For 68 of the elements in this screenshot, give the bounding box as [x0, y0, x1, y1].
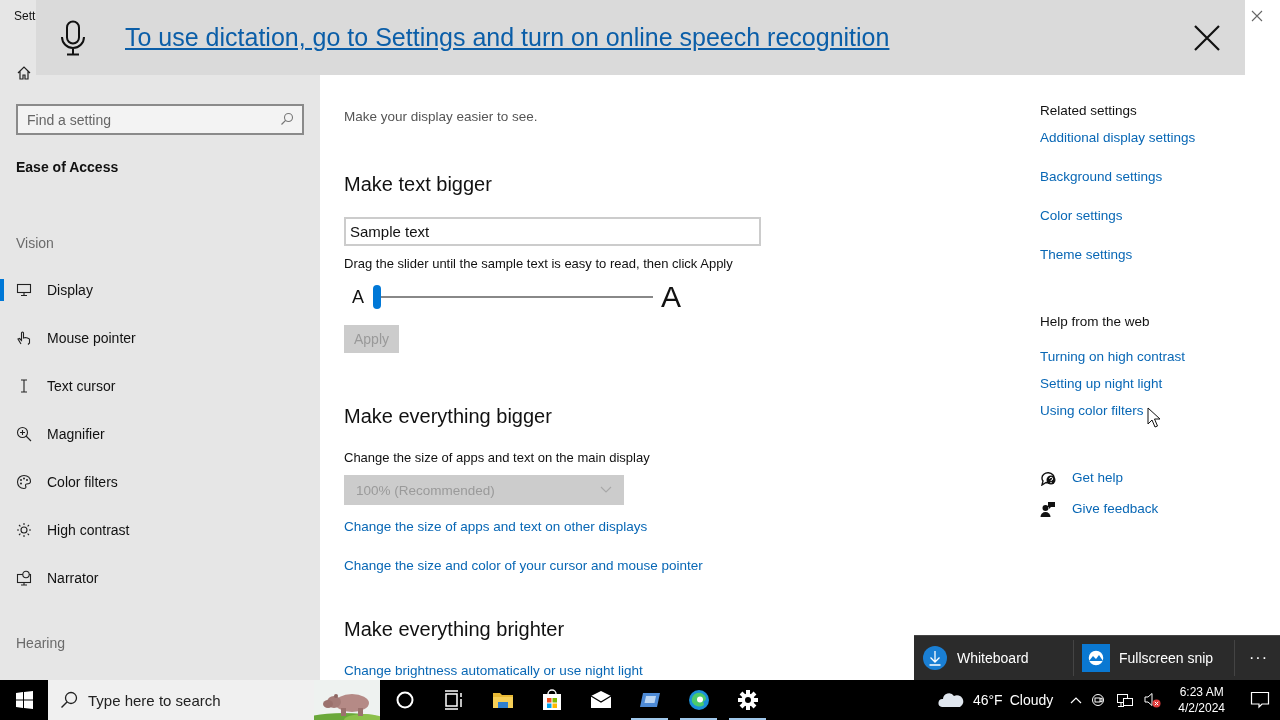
chevron-up-icon[interactable]	[1070, 696, 1083, 704]
sidebar-item[interactable]: Mouse pointer	[0, 314, 304, 362]
category-title: Ease of Access	[16, 158, 119, 177]
cloud-icon	[937, 692, 964, 708]
sidebar-item[interactable]: Color filters	[0, 458, 304, 506]
link[interactable]: Change the size and color of your cursor and mouse pointer	[344, 557, 703, 575]
search-field[interactable]: Find a setting	[16, 104, 304, 135]
sidebar-item[interactable]: Display	[0, 266, 304, 314]
more-button[interactable]: ···	[1249, 649, 1268, 667]
temperature[interactable]: 46°F	[972, 692, 1003, 708]
section-heading: Related settings	[1040, 102, 1137, 120]
link[interactable]: Change the size of apps and text on other displays	[344, 518, 648, 536]
quick-action[interactable]: Whiteboard	[914, 640, 1074, 676]
link[interactable]: Theme settings	[1040, 246, 1133, 264]
monitor-icon	[16, 282, 32, 298]
link[interactable]: Change brightness automatically or use night light	[344, 662, 643, 680]
setting-label: Change the size of apps and text on the main display	[344, 449, 650, 468]
section-heading: Help from the web	[1040, 313, 1150, 331]
link[interactable]: Turning on high contrast	[1040, 348, 1186, 366]
link[interactable]: Additional display settings	[1040, 129, 1196, 147]
magnifier-icon	[16, 426, 32, 442]
network-icon[interactable]	[1116, 692, 1135, 708]
pointer-icon	[1147, 407, 1161, 429]
dictation-settings-link[interactable]: To use dictation, go to Settings and turn on online speech recognition	[125, 23, 890, 52]
gear-icon	[735, 688, 760, 712]
snip-icon	[1082, 644, 1110, 672]
help-bubble-icon	[1040, 470, 1056, 486]
sidebar-item[interactable]: High contrast	[0, 506, 304, 554]
link[interactable]: Setting up night light	[1040, 375, 1163, 393]
quick-action[interactable]: Fullscreen snip	[1074, 640, 1235, 676]
sidebar-item[interactable]: Text cursor	[0, 362, 304, 410]
link[interactable]: Get help	[1072, 469, 1124, 487]
sun-icon	[16, 522, 32, 538]
section-heading: Make everything brighter	[344, 617, 565, 642]
palette-icon	[16, 474, 32, 490]
home-icon[interactable]	[16, 65, 32, 81]
section-heading: Make everything bigger	[344, 404, 552, 430]
notification-icon[interactable]	[1250, 691, 1270, 709]
feedback-person-icon	[1040, 501, 1056, 517]
window-title: Sett	[14, 8, 36, 24]
taskbar-search-field[interactable]: Type here to search	[48, 680, 314, 720]
link[interactable]: Give feedback	[1072, 500, 1159, 518]
weather-condition[interactable]: Cloudy	[1009, 692, 1054, 708]
close-icon[interactable]	[1193, 23, 1221, 52]
edge-browser-icon	[686, 688, 711, 712]
text-size-slider[interactable]	[373, 285, 653, 310]
link[interactable]: Using color filters	[1040, 402, 1144, 420]
link[interactable]: Color settings	[1040, 207, 1123, 225]
chevron-down-icon	[600, 486, 612, 495]
section-heading: Vision	[16, 234, 54, 253]
sidebar-item[interactable]: Magnifier	[0, 410, 304, 458]
search-icon	[280, 112, 294, 126]
section-heading: Make text bigger	[344, 172, 492, 198]
large-a-label: A	[661, 280, 681, 315]
sample-text-field[interactable]: Sample text	[344, 217, 761, 247]
download-icon	[922, 645, 948, 671]
slider-hint: Drag the slider until the sample text is easy to read, then click Apply	[344, 255, 733, 274]
page-description: Make your display easier to see.	[344, 108, 538, 127]
slider-thumb[interactable]	[373, 285, 381, 310]
link[interactable]: Background settings	[1040, 168, 1163, 186]
search-icon	[60, 691, 78, 709]
microphone-icon	[60, 19, 86, 56]
sidebar-item[interactable]: Narrator	[0, 554, 304, 602]
narrator-icon	[16, 570, 32, 586]
muted-speaker-icon[interactable]	[1143, 692, 1162, 708]
section-heading: Hearing	[16, 634, 66, 653]
small-a-label: A	[352, 286, 365, 308]
clock[interactable]: 6:23 AM 4/2/2024	[1178, 684, 1225, 716]
